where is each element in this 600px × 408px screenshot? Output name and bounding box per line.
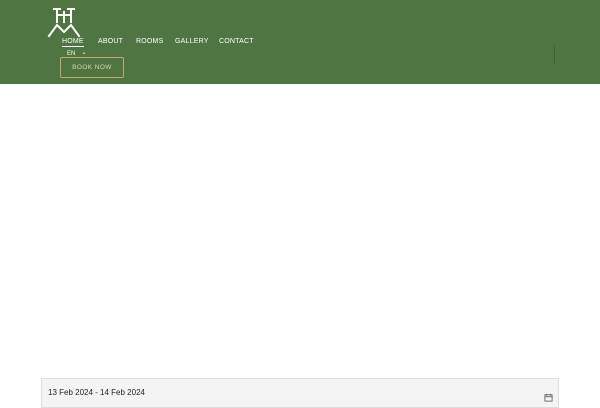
nav-item-home[interactable]: HOME (62, 38, 84, 47)
language-selector[interactable]: EN ⌄ (67, 50, 86, 57)
nav-item-gallery[interactable]: GALLERY (175, 38, 209, 45)
site-header: HOME ABOUT ROOMS GALLERY CONTACT EN ⌄ BOO… (0, 0, 600, 84)
date-range-picker[interactable]: 13 Feb 2024 - 14 Feb 2024 (41, 378, 559, 408)
nav-item-about[interactable]: ABOUT (98, 38, 123, 45)
calendar-icon[interactable] (544, 393, 553, 402)
castle-mountain-logo-icon[interactable] (46, 3, 82, 39)
header-divider (554, 46, 555, 64)
book-now-button[interactable]: BOOK NOW (60, 57, 124, 78)
nav-item-contact[interactable]: CONTACT (219, 38, 254, 45)
chevron-down-icon: ⌄ (81, 50, 87, 56)
nav-item-rooms[interactable]: ROOMS (136, 38, 163, 45)
date-range-value: 13 Feb 2024 - 14 Feb 2024 (48, 388, 145, 397)
